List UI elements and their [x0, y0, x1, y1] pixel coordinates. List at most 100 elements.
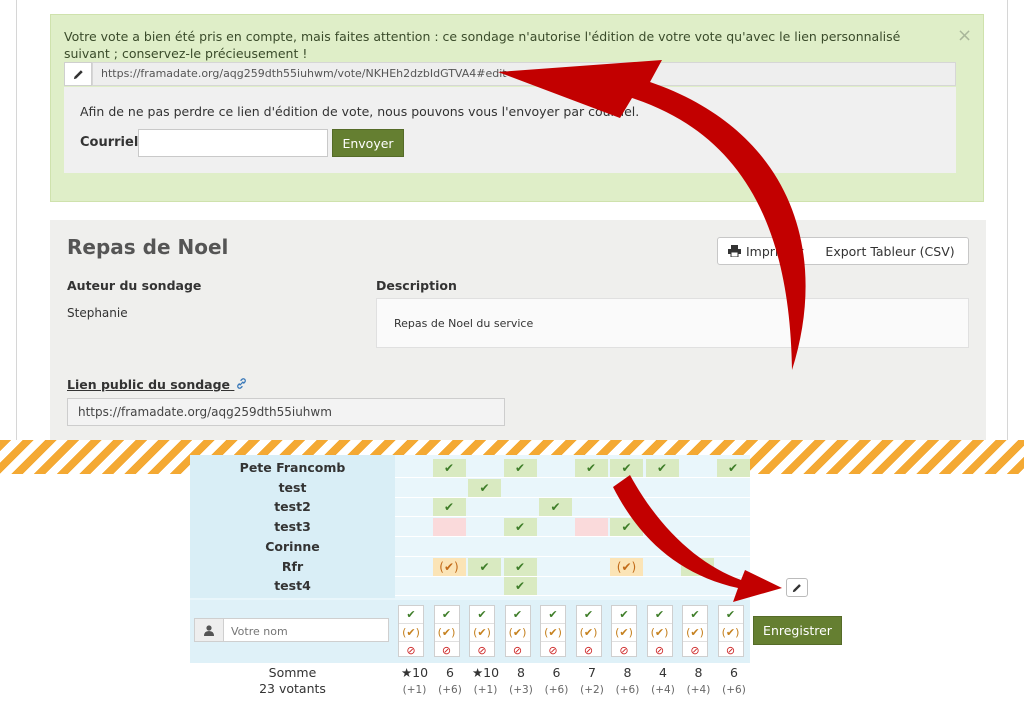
edit-vote-button[interactable] [786, 578, 808, 597]
row-divider [395, 575, 750, 577]
vote-no-cell [432, 518, 466, 537]
choice-yes[interactable]: ✔ [399, 606, 423, 624]
name-input-group[interactable] [194, 618, 389, 642]
choice-no[interactable]: ⊘ [470, 642, 494, 659]
export-csv-label[interactable]: Export Tableur (CSV) [825, 244, 954, 259]
column-sum-ifneedbe: (+6) [438, 684, 462, 696]
alert-message: Votre vote a bien été pris en compte, ma… [64, 29, 901, 61]
choice-no[interactable]: ⊘ [399, 642, 423, 659]
vote-choice-group[interactable]: ✔ (✔) ⊘ [611, 605, 637, 657]
choice-yes[interactable]: ✔ [718, 606, 743, 624]
save-vote-button[interactable]: Enregistrer [753, 616, 842, 645]
pencil-icon [792, 583, 801, 592]
column-sum-ifneedbe: (+6) [544, 684, 569, 696]
vote-yes-cell: ✔ [503, 459, 537, 477]
author-value: Stephanie [67, 306, 128, 320]
column-sum-ifneedbe: (+4) [651, 684, 675, 696]
vote-yes-cell: ✔ [645, 459, 679, 477]
edit-link-group: https://framadate.org/aqg259dth55iuhwm/v… [64, 62, 956, 86]
column-sum-ifneedbe: (+1) [402, 684, 427, 696]
voter-name: test3 [274, 519, 311, 535]
choice-yes[interactable]: ✔ [683, 606, 707, 624]
description-box: Repas de Noel du service [376, 298, 969, 348]
vote-yes-cell: ✔ [681, 557, 714, 576]
choice-maybe[interactable]: (✔) [434, 624, 459, 642]
choice-maybe[interactable]: (✔) [541, 624, 565, 642]
vote-choice-group[interactable]: ✔ (✔) ⊘ [646, 605, 673, 659]
column-sum: 6 [730, 665, 738, 680]
voters-count: 23 votants [259, 681, 326, 696]
vote-choice-group[interactable]: ✔ (✔) ⊘ [575, 605, 602, 659]
name-input[interactable] [229, 622, 383, 640]
vote-choice-group[interactable]: ✔ (✔) ⊘ [540, 605, 566, 657]
column-sum: 4 [659, 665, 667, 680]
public-link-field[interactable]: https://framadate.org/aqg259dth55iuhwm [67, 398, 505, 426]
description-label: Description [376, 278, 457, 293]
close-icon[interactable]: × [957, 25, 972, 46]
voter-name: test [278, 479, 307, 495]
choice-yes[interactable]: ✔ [576, 606, 601, 624]
public-link-text: Lien public du sondage [67, 377, 231, 392]
choice-yes[interactable]: ✔ [505, 606, 530, 624]
choice-yes[interactable]: ✔ [541, 606, 565, 624]
vote-choice-group[interactable]: ✔ (✔) ⊘ [717, 605, 744, 659]
column-sum: ★10 [471, 665, 500, 680]
choice-yes[interactable]: ✔ [470, 606, 494, 624]
print-export-buttons[interactable]: Imprimer Export Tableur (CSV) [717, 237, 969, 265]
choice-maybe[interactable]: (✔) [470, 624, 494, 642]
vote-no-cell [574, 518, 608, 537]
column-sum: 8 [694, 665, 703, 680]
column-sum: ★10 [400, 665, 429, 680]
choice-maybe[interactable]: (✔) [576, 624, 601, 642]
voter-name: Rfr [281, 558, 304, 574]
edit-link-field[interactable]: https://framadate.org/aqg259dth55iuhwm/v… [92, 62, 956, 86]
column-sum: 8 [623, 665, 632, 680]
choice-maybe[interactable]: (✔) [399, 624, 423, 642]
print-label[interactable]: Imprimer [746, 244, 803, 259]
voter-name: test2 [274, 499, 311, 515]
sum-label-text: Somme [268, 665, 317, 680]
column-sum-ifneedbe: (+3) [509, 684, 533, 696]
vote-choice-group[interactable]: ✔ (✔) ⊘ [469, 605, 495, 657]
pencil-icon [73, 69, 83, 79]
choice-no[interactable]: ⊘ [683, 642, 707, 659]
send-button[interactable]: Envoyer [332, 129, 404, 157]
vote-yes-cell: ✔ [503, 518, 537, 537]
user-icon [195, 619, 224, 641]
choice-maybe[interactable]: (✔) [612, 624, 636, 642]
vote-choice-group[interactable]: ✔ (✔) ⊘ [398, 605, 424, 657]
choice-no[interactable]: ⊘ [435, 642, 459, 659]
choice-maybe[interactable]: (✔) [683, 624, 707, 642]
vote-choice-group[interactable]: ✔ (✔) ⊘ [682, 605, 708, 657]
vote-yes-cell: ✔ [716, 459, 750, 477]
vote-maybe-cell: (✔) [610, 557, 643, 576]
column-sum-ifneedbe: (+4) [686, 684, 711, 696]
vote-choice-group[interactable]: ✔ (✔) ⊘ [504, 605, 531, 659]
choice-maybe[interactable]: (✔) [505, 624, 530, 642]
choice-yes[interactable]: ✔ [612, 606, 636, 624]
choice-maybe[interactable]: (✔) [647, 624, 672, 642]
poll-title: Repas de Noel [67, 235, 229, 259]
vote-yes-cell: ✔ [503, 577, 537, 596]
choice-no[interactable]: ⊘ [506, 642, 530, 659]
vote-yes-cell: ✔ [574, 459, 608, 477]
column-sum: 6 [446, 665, 454, 680]
choice-yes[interactable]: ✔ [434, 606, 459, 624]
edit-link-button[interactable] [64, 62, 92, 86]
vote-yes-cell: ✔ [432, 459, 466, 477]
vote-choice-group[interactable]: ✔ (✔) ⊘ [433, 605, 460, 659]
sum-label: Somme 23 votants [230, 665, 355, 697]
link-icon[interactable] [236, 378, 247, 389]
vote-yes-cell: ✔ [610, 518, 643, 537]
choice-no[interactable]: ⊘ [612, 642, 636, 659]
vote-yes-cell: ✔ [468, 478, 501, 497]
choice-no[interactable]: ⊘ [541, 642, 565, 659]
choice-no[interactable]: ⊘ [577, 642, 601, 659]
choice-yes[interactable]: ✔ [647, 606, 672, 624]
column-sum-ifneedbe: (+6) [722, 684, 746, 696]
email-field[interactable] [138, 129, 328, 157]
choice-maybe[interactable]: (✔) [718, 624, 743, 642]
column-sum: 7 [588, 665, 596, 680]
choice-no[interactable]: ⊘ [719, 642, 743, 659]
choice-no[interactable]: ⊘ [648, 642, 672, 659]
